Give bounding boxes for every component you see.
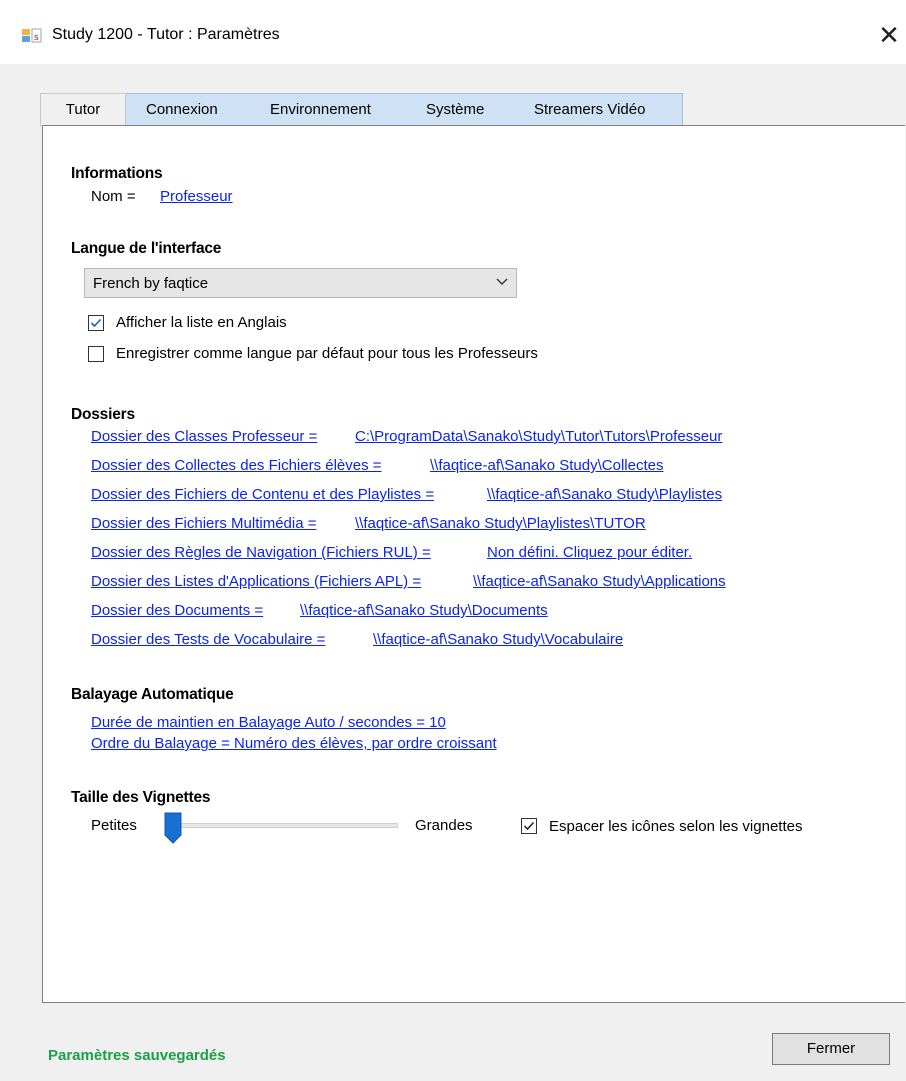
tab-connexion[interactable]: Connexion [146,94,218,126]
tab-strip: Tutor Connexion Environnement Système St… [40,93,683,127]
dossier-regles-label[interactable]: Dossier des Règles de Navigation (Fichie… [91,544,431,561]
balayage-ordre-link[interactable]: Ordre du Balayage = Numéro des élèves, p… [91,735,497,752]
dossier-documents-label[interactable]: Dossier des Documents = [91,602,263,619]
balayage-heading: Balayage Automatique [71,686,234,703]
espacer-icones-checkbox[interactable] [521,818,537,834]
vignettes-heading: Taille des Vignettes [71,789,211,806]
dossier-multimedia-value[interactable]: \\faqtice-af\Sanako Study\Playlistes\TUT… [355,515,646,532]
dossier-collectes-value[interactable]: \\faqtice-af\Sanako Study\Collectes [430,457,663,474]
thumbnail-size-slider[interactable] [166,823,398,828]
english-list-checkbox[interactable] [88,315,104,331]
dossier-classes-label[interactable]: Dossier des Classes Professeur = [91,428,317,445]
study-app-icon: s [22,28,42,43]
dossier-contenu-value[interactable]: \\faqtice-af\Sanako Study\Playlistes [487,486,722,503]
balayage-duree-link[interactable]: Durée de maintien en Balayage Auto / sec… [91,714,446,731]
dossier-applications-label[interactable]: Dossier des Listes d'Applications (Fichi… [91,573,421,590]
dossier-contenu-label[interactable]: Dossier des Fichiers de Contenu et des P… [91,486,434,503]
dossier-documents-value[interactable]: \\faqtice-af\Sanako Study\Documents [300,602,548,619]
tab-systeme[interactable]: Système [426,94,484,126]
checkmark-icon [90,318,102,328]
close-icon[interactable]: ✕ [872,18,906,52]
espacer-icones-label: Espacer les icônes selon les vignettes [549,818,803,835]
default-language-label: Enregistrer comme langue par défaut pour… [116,345,538,362]
window-title: Study 1200 - Tutor : Paramètres [52,26,280,43]
language-select-value: French by faqtice [93,275,209,292]
informations-heading: Informations [71,165,163,182]
dossiers-heading: Dossiers [71,406,135,423]
close-button[interactable]: Fermer [772,1033,890,1065]
dossier-multimedia-label[interactable]: Dossier des Fichiers Multimédia = [91,515,317,532]
tab-environnement[interactable]: Environnement [270,94,371,126]
tab-streamers-video[interactable]: Streamers Vidéo [534,94,645,126]
dossier-classes-value[interactable]: C:\ProgramData\Sanako\Study\Tutor\Tutors… [355,428,722,445]
english-list-label: Afficher la liste en Anglais [116,314,287,331]
chevron-down-icon [496,278,508,285]
language-select[interactable]: French by faqtice [84,268,517,298]
slider-min-label: Petites [91,817,137,834]
dossier-vocabulaire-value[interactable]: \\faqtice-af\Sanako Study\Vocabulaire [373,631,623,648]
dossier-collectes-label[interactable]: Dossier des Collectes des Fichiers élève… [91,457,382,474]
langue-heading: Langue de l'interface [71,240,222,257]
dossier-applications-value[interactable]: \\faqtice-af\Sanako Study\Applications [473,573,726,590]
slider-max-label: Grandes [415,817,473,834]
default-language-checkbox[interactable] [88,346,104,362]
checkmark-icon [523,821,535,831]
nom-value-link[interactable]: Professeur [160,188,233,205]
nom-label: Nom = [91,188,136,205]
dossier-vocabulaire-label[interactable]: Dossier des Tests de Vocabulaire = [91,631,325,648]
slider-thumb[interactable] [164,812,182,844]
title-bar: s Study 1200 - Tutor : Paramètres ✕ [0,0,906,64]
svg-text:s: s [34,33,39,43]
dossier-regles-value[interactable]: Non défini. Cliquez pour éditer. [487,544,692,561]
tab-tutor[interactable]: Tutor [40,93,126,127]
save-status: Paramètres sauvegardés [48,1047,226,1064]
